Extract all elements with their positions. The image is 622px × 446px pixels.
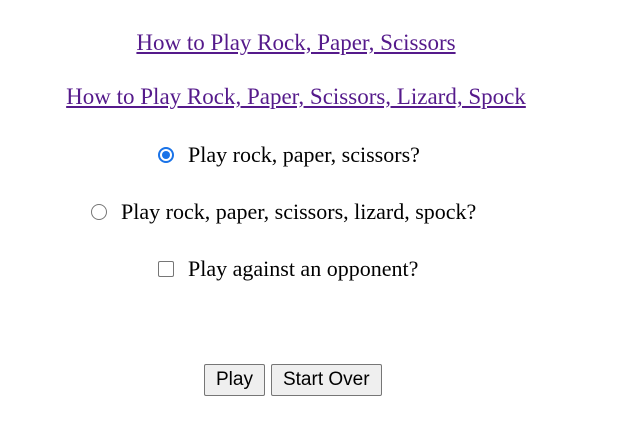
link-row-rpsls: How to Play Rock, Paper, Scissors, Lizar… bbox=[0, 84, 592, 110]
start-over-button[interactable]: Start Over bbox=[270, 364, 382, 396]
rps-radio[interactable] bbox=[158, 147, 174, 163]
rpsls-radio[interactable] bbox=[91, 204, 107, 220]
button-group: Play Start Over bbox=[204, 364, 382, 396]
option-rpsls[interactable]: Play rock, paper, scissors, lizard, spoc… bbox=[91, 199, 476, 225]
option-rps[interactable]: Play rock, paper, scissors? bbox=[158, 142, 420, 168]
option-opponent[interactable]: Play against an opponent? bbox=[158, 256, 418, 282]
rps-radio-label: Play rock, paper, scissors? bbox=[188, 142, 420, 167]
play-button[interactable]: Play bbox=[204, 364, 265, 396]
opponent-checkbox-label: Play against an opponent? bbox=[188, 256, 419, 281]
how-to-play-rpsls-link[interactable]: How to Play Rock, Paper, Scissors, Lizar… bbox=[66, 84, 526, 109]
rpsls-radio-label: Play rock, paper, scissors, lizard, spoc… bbox=[121, 199, 477, 224]
link-row-rps: How to Play Rock, Paper, Scissors bbox=[0, 30, 592, 56]
how-to-play-rps-link[interactable]: How to Play Rock, Paper, Scissors bbox=[136, 30, 455, 55]
opponent-checkbox[interactable] bbox=[158, 261, 174, 277]
